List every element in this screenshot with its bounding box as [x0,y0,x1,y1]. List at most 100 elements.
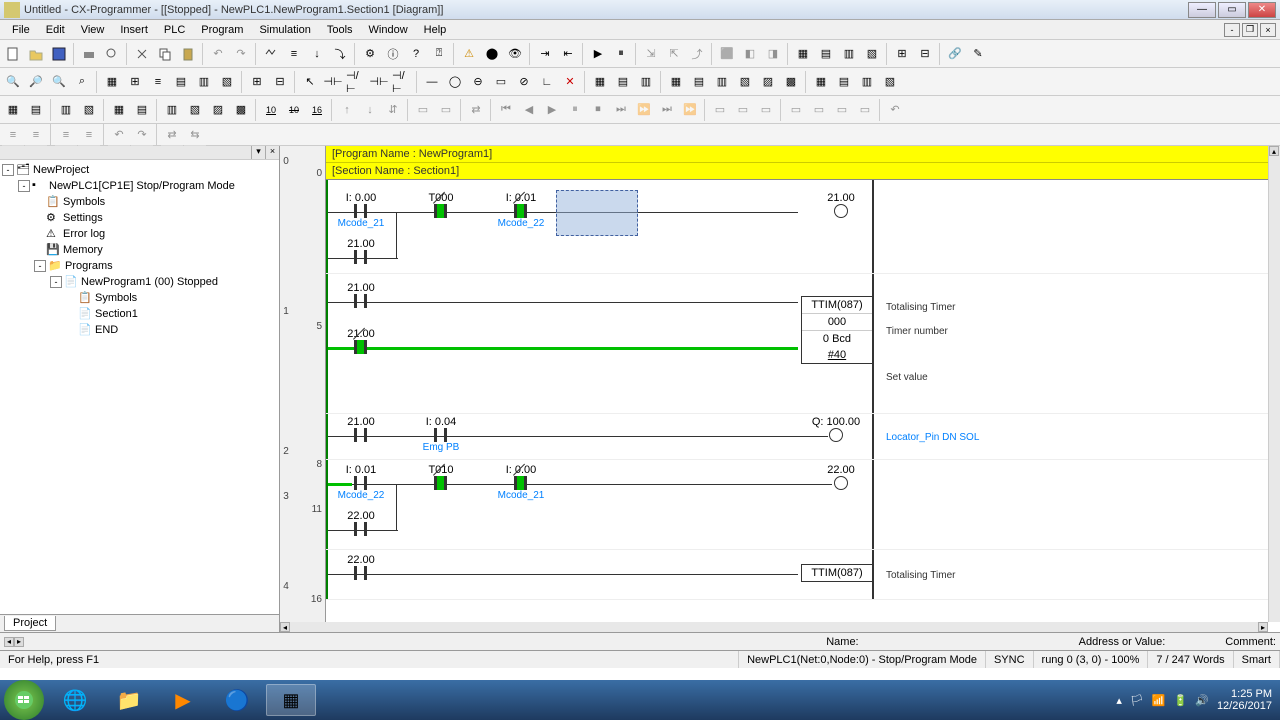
mdi-restore[interactable]: ❐ [1242,23,1258,37]
taskbar-ie[interactable]: 🌐 [50,684,100,716]
ladder-rung-1[interactable]: 21.00 21.00 TTIM(087) 000 0 Bcd #40 Tota… [326,274,1268,414]
step-in-button[interactable]: ⇲ [640,43,662,65]
expand-icon[interactable]: - [50,276,62,288]
tb3-1[interactable]: ▦ [2,99,24,121]
tb-b2[interactable]: ▤ [688,71,710,93]
tb4-1[interactable]: ≡ [2,124,24,146]
tb3-e2[interactable]: ▭ [435,99,457,121]
play-pause[interactable]: ⏸ [564,99,586,121]
tb-b4[interactable]: ▧ [734,71,756,93]
window-h-button[interactable]: ▥ [838,43,860,65]
tb-a2[interactable]: ▤ [612,71,634,93]
tree-memory[interactable]: Memory [63,244,103,256]
undo-button[interactable]: ↶ [207,43,229,65]
tb-b5[interactable]: ▨ [757,71,779,93]
nav-next-button[interactable]: ▸ [14,637,24,647]
project-tree[interactable]: -🗂NewProject -▪NewPLC1[CP1E] Stop/Progra… [0,160,279,614]
tb-b3[interactable]: ▥ [711,71,733,93]
tree-symbols[interactable]: Symbols [63,196,105,208]
step-over-button[interactable]: ⇱ [663,43,685,65]
horizontal-scrollbar[interactable]: ◂ ▸ [280,622,1268,632]
taskbar-explorer[interactable]: 📁 [104,684,154,716]
tb-b1[interactable]: ▦ [665,71,687,93]
panel-dropdown[interactable]: ▾ [251,146,265,159]
ladder-rung-2[interactable]: 21.00 I: 0.04 Emg PB Q: 100.00 Locator_P… [326,414,1268,460]
tb4-3[interactable]: ≡ [55,124,77,146]
play-prev[interactable]: ◀ [518,99,540,121]
break2-button[interactable]: ◧ [739,43,761,65]
tb3-d3[interactable]: ⇵ [382,99,404,121]
play-first[interactable]: ⏮ [495,99,517,121]
scroll-left-button[interactable]: ◂ [280,622,290,632]
mdi-close[interactable]: × [1260,23,1276,37]
save-button[interactable] [48,43,70,65]
tb3-h1[interactable]: ↶ [884,99,906,121]
new-button[interactable] [2,43,24,65]
tb3-e3[interactable]: ⇄ [465,99,487,121]
contact-or-button[interactable]: ⊣⊢ [368,71,390,93]
online-button[interactable]: ⬤ [481,43,503,65]
tree-root[interactable]: NewProject [33,164,89,176]
break-button[interactable]: ⬛ [716,43,738,65]
cut-button[interactable] [131,43,153,65]
tb3-f3[interactable]: ▭ [755,99,777,121]
vertical-scrollbar[interactable]: ▴ [1268,146,1280,622]
view-addr-button[interactable]: ≡ [147,71,169,93]
tb3-e1[interactable]: ▭ [412,99,434,121]
play-run[interactable]: ▶ [541,99,563,121]
tb3-d2[interactable]: ↓ [359,99,381,121]
taskbar-cxprogrammer[interactable]: ▦ [266,684,316,716]
display-16[interactable]: 16 [306,99,328,121]
menu-edit[interactable]: Edit [38,22,73,38]
find-button[interactable] [260,43,282,65]
expand-icon[interactable]: - [2,164,14,176]
xref-button[interactable]: ⤵ [329,43,351,65]
taskbar-chrome[interactable]: 🔵 [212,684,262,716]
tb-c4[interactable]: ▧ [879,71,901,93]
ladder-rung-3[interactable]: I: 0.01 Mcode_22 T010 I: 0.00 Mcode_21 2… [326,460,1268,550]
tree-end[interactable]: END [95,324,118,336]
zoom-out-button[interactable]: 🔍 [48,71,70,93]
tray-flag-icon[interactable]: ▴ [1116,694,1122,707]
expand-icon[interactable]: - [34,260,46,272]
menu-program[interactable]: Program [193,22,251,38]
tree-prog-symbols[interactable]: Symbols [95,292,137,304]
coil-button[interactable]: ⊖ [467,71,489,93]
play-stop[interactable]: ⏹ [587,99,609,121]
tb-a3[interactable]: ▥ [635,71,657,93]
menu-view[interactable]: View [73,22,113,38]
minimize-button[interactable]: — [1188,2,1216,18]
expand-icon[interactable]: - [18,180,30,192]
tb-c1[interactable]: ▦ [810,71,832,93]
tb3-g4[interactable]: ▭ [854,99,876,121]
copy-button[interactable] [154,43,176,65]
grid2-button[interactable]: ⊟ [269,71,291,93]
tray-volume-icon[interactable]: 🔊 [1195,694,1209,707]
tb3-g2[interactable]: ▭ [808,99,830,121]
compile-button[interactable]: ⚙ [359,43,381,65]
panel-close[interactable]: × [265,146,279,159]
print-button[interactable] [78,43,100,65]
whats-this-button[interactable]: ⍰ [428,43,450,65]
taskbar-media[interactable]: ▶ [158,684,208,716]
tb-c3[interactable]: ▥ [856,71,878,93]
select-button[interactable]: ↖ [299,71,321,93]
start-button[interactable] [4,680,44,720]
menu-tools[interactable]: Tools [319,22,361,38]
tb3-5[interactable]: ▦ [108,99,130,121]
tree-plc[interactable]: NewPLC1[CP1E] Stop/Program Mode [49,180,235,192]
tb3-8[interactable]: ▧ [184,99,206,121]
replace-button[interactable]: ≡ [283,43,305,65]
maximize-button[interactable]: ▭ [1218,2,1246,18]
view2-button[interactable]: ⊟ [914,43,936,65]
tb-a1[interactable]: ▦ [589,71,611,93]
system-tray[interactable]: ▴ 🏳 📶 🔋 🔊 1:25 PM 12/26/2017 [1108,688,1280,712]
tree-programs[interactable]: Programs [65,260,113,272]
window-cascade-button[interactable]: ▤ [815,43,837,65]
window-v-button[interactable]: ▧ [861,43,883,65]
tb4-5[interactable]: ↶ [108,124,130,146]
warning-button[interactable]: ⚠ [458,43,480,65]
display-10s[interactable]: 10 [283,99,305,121]
mdi-minimize[interactable]: - [1224,23,1240,37]
scroll-up-button[interactable]: ▴ [1269,146,1279,156]
